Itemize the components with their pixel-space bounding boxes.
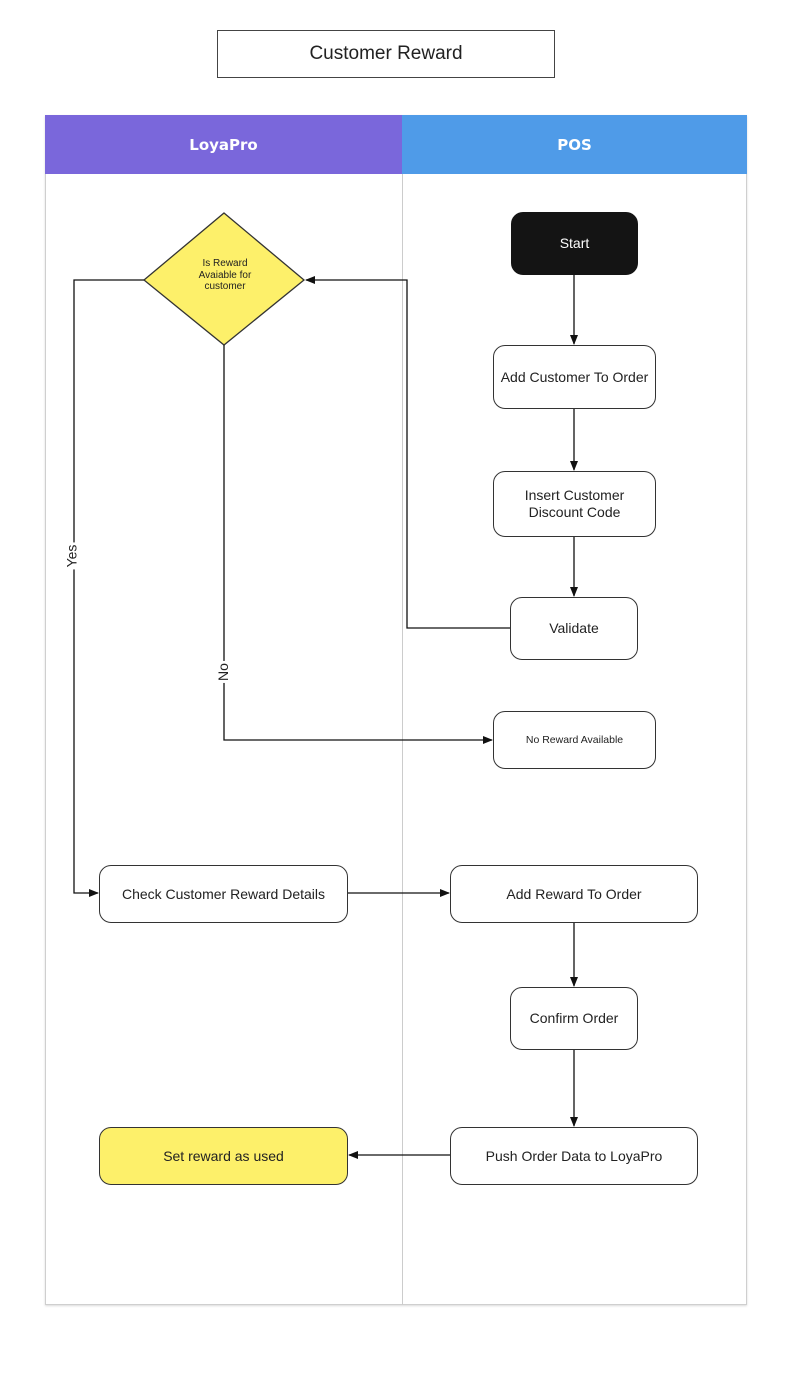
edge-label-yes: Yes [63, 542, 80, 570]
decision-label: Is Reward Avaiable for customer [198, 258, 252, 292]
node-no-reward-available[interactable]: No Reward Available [493, 711, 656, 769]
node-set-reward-used[interactable]: Set reward as used [99, 1127, 348, 1185]
edge-validate-to-decision [305, 276, 510, 629]
node-add-reward-to-order[interactable]: Add Reward To Order [450, 865, 698, 923]
node-start[interactable]: Start [511, 212, 638, 275]
node-validate[interactable]: Validate [510, 597, 638, 660]
node-check-reward-details[interactable]: Check Customer Reward Details [99, 865, 348, 923]
edge-label-no: No [214, 661, 231, 683]
node-insert-discount-code[interactable]: Insert Customer Discount Code [493, 471, 656, 537]
edge-decision-yes [73, 279, 144, 897]
node-push-order-data[interactable]: Push Order Data to LoyaPro [450, 1127, 698, 1185]
node-confirm-order[interactable]: Confirm Order [510, 987, 638, 1050]
node-add-customer-to-order[interactable]: Add Customer To Order [493, 345, 656, 409]
edge-decision-no [223, 345, 493, 744]
